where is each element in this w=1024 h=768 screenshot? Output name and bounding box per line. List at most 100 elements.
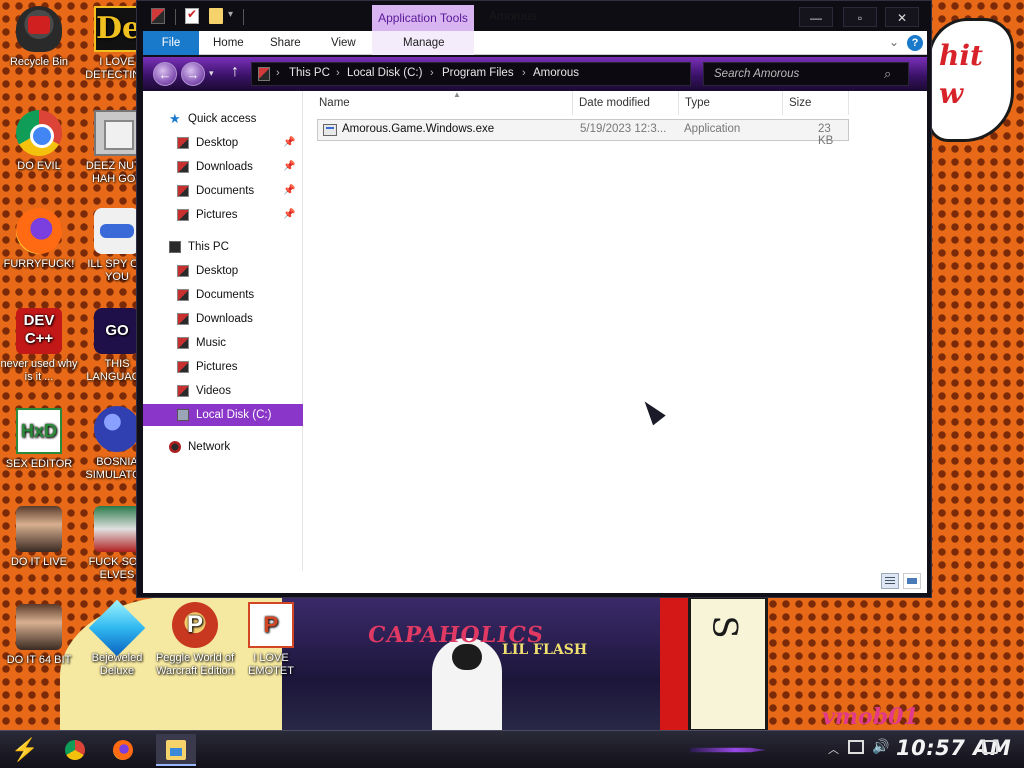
forward-button[interactable]: →	[181, 62, 205, 86]
taskbar-firefox[interactable]	[106, 734, 140, 766]
desktop-icon-peggle[interactable]: P Peggle World of Warcraft Edition	[154, 602, 236, 678]
nav-pc-documents[interactable]: Documents	[143, 284, 299, 306]
tab-view[interactable]: View	[331, 31, 356, 55]
file-explorer-icon	[166, 740, 186, 760]
breadcrumb-program-files[interactable]: Program Files	[442, 67, 514, 79]
sort-ascending-icon: ▲	[453, 90, 461, 99]
desktop-icon-do-evil[interactable]: DO EVIL	[0, 110, 78, 173]
nav-label: Desktop	[196, 137, 239, 149]
title-bar[interactable]: ▾ Application Tools Amorous — ▫ ✕	[137, 1, 931, 31]
taskbar-chrome[interactable]	[58, 734, 92, 766]
nav-qa-pictures[interactable]: Pictures 📌	[143, 204, 299, 226]
search-input[interactable]: Search Amorous ⌕	[703, 62, 909, 86]
help-icon[interactable]: ?	[907, 35, 923, 51]
nav-qa-downloads[interactable]: Downloads 📌	[143, 156, 299, 178]
column-header-type[interactable]: Type	[679, 91, 783, 115]
pin-icon[interactable]: 📌	[283, 204, 295, 226]
nav-pc-videos[interactable]: Videos	[143, 380, 299, 402]
new-folder-icon[interactable]	[209, 8, 223, 24]
taskbar-file-explorer[interactable]	[156, 734, 196, 766]
downloads-folder-icon	[177, 313, 189, 325]
desktop-icon-label: FURRYFUCK!	[3, 258, 75, 270]
column-header-size[interactable]: Size	[783, 91, 849, 115]
star-icon: ★	[169, 111, 181, 126]
nav-local-disk[interactable]: Local Disk (C:)	[143, 404, 303, 426]
breadcrumb-separator-icon[interactable]: ›	[336, 67, 340, 79]
nav-qa-desktop[interactable]: Desktop 📌	[143, 132, 299, 154]
nav-pc-desktop[interactable]: Desktop	[143, 260, 299, 282]
navigation-pane: ★ Quick access Desktop 📌 Downloads 📌 Doc…	[143, 91, 303, 571]
desktop-icon-firefox[interactable]: FURRYFUCK!	[0, 208, 78, 271]
firefox-icon	[16, 208, 62, 254]
desktop-icon-hxd[interactable]: HxD SEX EDITOR	[0, 408, 78, 471]
desktop-icon-label: SEX EDITOR	[5, 458, 73, 470]
nav-pc-music[interactable]: Music	[143, 332, 299, 354]
table-row[interactable]: Amorous.Game.Windows.exe 5/19/2023 12:3.…	[317, 119, 849, 147]
up-arrow-icon[interactable]: ↑	[231, 63, 239, 81]
nav-pc-pictures[interactable]: Pictures	[143, 356, 299, 378]
context-tab-application-tools[interactable]: Application Tools	[372, 5, 474, 31]
desktop-icon-do-it-64-bit[interactable]: DO IT 64 BIT	[0, 604, 78, 667]
back-button[interactable]: ←	[153, 62, 177, 86]
breadcrumb-separator-icon[interactable]: ›	[522, 67, 526, 79]
volume-icon[interactable]: 🔊	[872, 738, 889, 755]
breadcrumb-separator-icon[interactable]: ›	[430, 67, 434, 79]
search-icon[interactable]: ⌕	[884, 66, 891, 82]
notifications-icon[interactable]	[982, 740, 998, 754]
tab-file[interactable]: File	[143, 31, 199, 55]
pin-icon[interactable]: 📌	[283, 180, 295, 202]
breadcrumb-amorous[interactable]: Amorous	[533, 67, 579, 79]
elves-game-icon	[94, 506, 140, 552]
minimize-button[interactable]: —	[799, 7, 833, 27]
nav-label: Pictures	[196, 209, 238, 221]
portrait-64-icon	[16, 604, 62, 650]
firefox-icon	[113, 740, 133, 760]
start-button[interactable]: ⚡	[8, 735, 42, 765]
desktop-folder-icon	[177, 265, 189, 277]
large-icons-view-icon[interactable]	[903, 573, 921, 589]
nav-quick-access[interactable]: ★ Quick access	[143, 108, 299, 130]
pin-icon[interactable]: 📌	[283, 132, 295, 154]
pin-icon[interactable]: 📌	[283, 156, 295, 178]
desktop-icon-do-it-live[interactable]: DO IT LIVE	[0, 506, 78, 569]
details-view-icon[interactable]	[881, 573, 899, 589]
breadcrumb-this-pc[interactable]: This PC	[289, 67, 330, 79]
breadcrumb[interactable]: › This PC › Local Disk (C:) › Program Fi…	[251, 62, 796, 86]
search-placeholder: Search Amorous	[714, 68, 800, 80]
detective-app-icon: De	[94, 6, 141, 52]
nav-pc-downloads[interactable]: Downloads	[143, 308, 299, 330]
nav-this-pc[interactable]: This PC	[143, 236, 299, 258]
nav-qa-documents[interactable]: Documents 📌	[143, 180, 299, 202]
application-icon	[323, 124, 337, 136]
nav-network[interactable]: Network	[143, 436, 299, 458]
column-header-name[interactable]: Name ▲	[313, 90, 573, 115]
tab-share[interactable]: Share	[270, 31, 301, 55]
wallpaper-comic-panel	[688, 596, 768, 732]
show-hidden-icons-chevron-icon[interactable]: ︿	[828, 741, 839, 757]
desktop-icon-emotet[interactable]: P I LOVE EMOTET	[232, 602, 310, 678]
tab-manage[interactable]: Manage	[403, 31, 445, 55]
expand-ribbon-chevron-icon[interactable]: ⌄	[889, 35, 899, 49]
desktop-icon-bejeweled[interactable]: Bejeweled Deluxe	[78, 599, 156, 678]
properties-icon[interactable]	[185, 7, 199, 24]
close-button[interactable]: ✕	[885, 7, 919, 27]
tab-home[interactable]: Home	[213, 31, 244, 55]
portrait-icon	[16, 506, 62, 552]
recent-locations-chevron-icon[interactable]: ▾	[209, 68, 214, 79]
powerpoint-icon: P	[248, 602, 294, 648]
desktop-folder-icon	[177, 137, 189, 149]
breadcrumb-local-disk[interactable]: Local Disk (C:)	[347, 67, 422, 79]
file-name: Amorous.Game.Windows.exe	[342, 123, 495, 135]
explorer-app-icon[interactable]	[151, 8, 165, 24]
maximize-button[interactable]: ▫	[843, 7, 877, 27]
customize-toolbar-chevron-icon[interactable]: ▾	[228, 9, 233, 20]
column-header-date[interactable]: Date modified	[573, 91, 679, 115]
network-tray-icon[interactable]	[848, 740, 864, 754]
nav-label: Downloads	[196, 161, 253, 173]
desktop-icon-label: I LOVE EMOTET	[248, 652, 294, 677]
file-explorer-window[interactable]: ▾ Application Tools Amorous — ▫ ✕ File H…	[136, 0, 932, 598]
desktop-icon-recycle-bin[interactable]: Recycle Bin	[0, 6, 78, 69]
downloads-folder-icon	[177, 161, 189, 173]
breadcrumb-separator-icon[interactable]: ›	[276, 67, 280, 79]
desktop-icon-dev-cpp[interactable]: DEV C++ never used why is it ...	[0, 308, 78, 384]
